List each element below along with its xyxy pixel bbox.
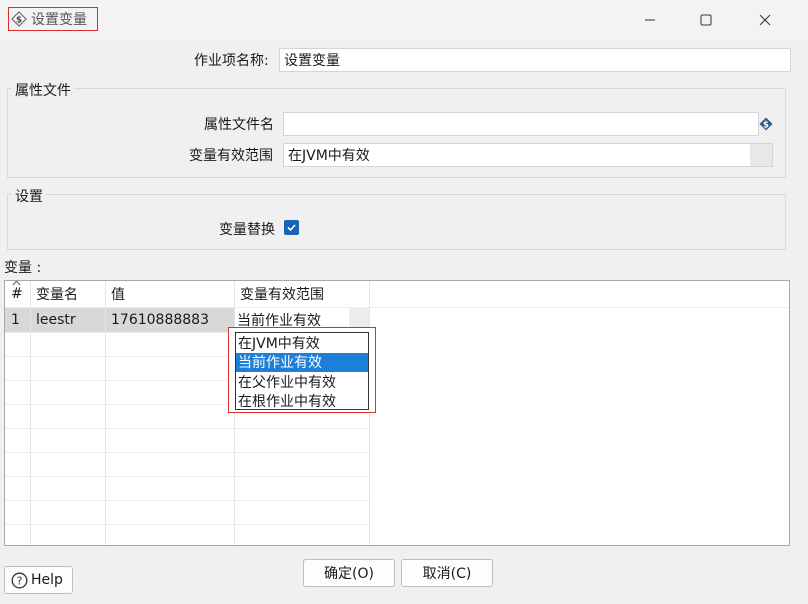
table-header-scope[interactable]: 变量有效范围 xyxy=(235,281,369,307)
cancel-button[interactable]: 取消(C) xyxy=(401,559,493,587)
close-button[interactable] xyxy=(755,10,775,30)
sort-icon xyxy=(12,281,21,286)
help-button[interactable]: ? Help xyxy=(4,566,73,594)
variable-replace-checkbox[interactable] xyxy=(284,220,299,235)
settings-group-title: 设置 xyxy=(12,186,46,206)
property-file-group-title: 属性文件 xyxy=(12,80,74,100)
settings-group xyxy=(7,194,786,250)
ok-button[interactable]: 确定(O) xyxy=(303,559,395,587)
table-header-value[interactable]: 值 xyxy=(106,281,234,307)
job-entry-name-label: 作业项名称: xyxy=(194,53,269,69)
job-entry-name-input[interactable]: 设置变量 xyxy=(279,48,791,72)
scope-dropdown-button[interactable] xyxy=(750,144,772,166)
checkmark-icon xyxy=(287,224,296,232)
variables-table[interactable]: # 变量名 值 变量有效范围 1 leestr 17610888883 当前作业… xyxy=(4,280,790,546)
variable-scope-value: 在JVM中有效 xyxy=(288,148,370,164)
scope-option-jvm[interactable]: 在JVM中有效 xyxy=(236,333,368,353)
minimize-icon xyxy=(645,19,655,21)
variable-scope-select[interactable]: 在JVM中有效 xyxy=(283,143,773,167)
dollar-variable-icon: $ xyxy=(11,11,27,27)
table-cell-value[interactable]: 17610888883 xyxy=(106,308,234,332)
svg-text:?: ? xyxy=(17,574,23,587)
variable-scope-label: 变量有效范围 xyxy=(189,148,273,164)
svg-text:$: $ xyxy=(763,121,769,131)
title-bar: $ 设置变量 xyxy=(0,0,808,40)
table-row-index[interactable]: 1 xyxy=(5,308,30,332)
variables-label: 变量 : xyxy=(4,260,42,276)
table-header-name[interactable]: 变量名 xyxy=(31,281,105,307)
scope-option-current-job[interactable]: 当前作业有效 xyxy=(236,352,368,372)
variable-insert-icon[interactable]: $ xyxy=(759,117,773,131)
scope-dropdown-highlight: 在JVM中有效 当前作业有效 在父作业中有效 在根作业中有效 xyxy=(228,327,376,413)
close-icon xyxy=(759,14,771,26)
property-filename-input[interactable] xyxy=(283,112,759,136)
maximize-button[interactable] xyxy=(696,10,716,30)
table-header-index[interactable]: # xyxy=(5,281,30,307)
maximize-icon xyxy=(700,14,712,26)
window-title: 设置变量 xyxy=(31,12,87,28)
help-icon: ? xyxy=(11,572,28,588)
table-cell-name[interactable]: leestr xyxy=(31,308,105,332)
scope-dropdown-list[interactable]: 在JVM中有效 当前作业有效 在父作业中有效 在根作业中有效 xyxy=(235,332,369,410)
property-filename-label: 属性文件名 xyxy=(204,117,274,133)
variable-replace-label: 变量替换 xyxy=(219,222,275,238)
minimize-button[interactable] xyxy=(640,10,660,30)
window-title-highlight: $ 设置变量 xyxy=(8,7,98,31)
scope-option-parent-job[interactable]: 在父作业中有效 xyxy=(236,372,368,392)
help-button-label: Help xyxy=(31,572,63,588)
svg-text:$: $ xyxy=(16,16,22,26)
scope-option-root-job[interactable]: 在根作业中有效 xyxy=(236,392,368,412)
